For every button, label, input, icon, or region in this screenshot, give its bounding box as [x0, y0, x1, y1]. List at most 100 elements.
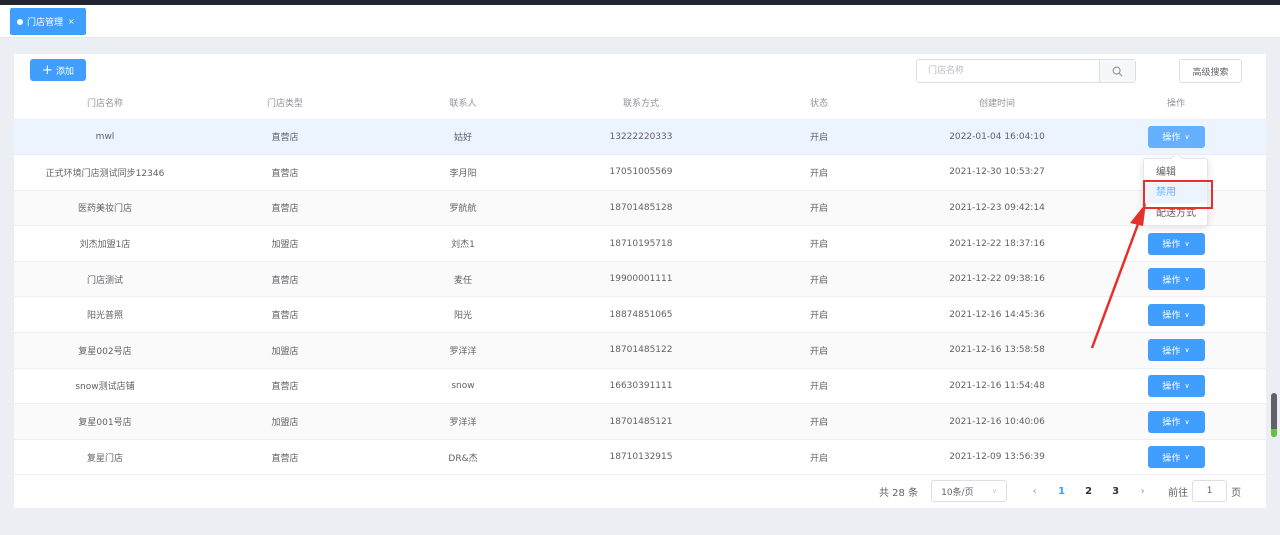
chevron-down-icon: ∨: [1184, 275, 1190, 284]
header-store-type: 门店类型: [196, 87, 374, 120]
cell-store-name: 复星001号店: [14, 403, 196, 440]
table-row: snow测试店铺 直营店 snow 16630391111 开启 2021-12…: [14, 368, 1266, 405]
cell-contact: 麦任: [374, 261, 552, 298]
cell-store-type: 直营店: [196, 190, 374, 227]
close-icon[interactable]: ×: [68, 17, 75, 26]
action-label: 操作: [1162, 275, 1181, 286]
page-size-select[interactable]: 10条/页 ∨: [931, 480, 1008, 502]
cell-store-name: 复星门店: [14, 439, 196, 476]
chevron-down-icon: ∨: [1184, 453, 1190, 462]
chevron-down-icon: ∨: [1184, 381, 1190, 390]
tab-active-dot: [17, 18, 23, 25]
goto-prefix: 前往: [1168, 487, 1189, 499]
cell-phone: 18710195718: [552, 225, 730, 262]
cell-store-name: 复星002号店: [14, 332, 196, 369]
action-label: 操作: [1162, 346, 1181, 357]
main-card: + 添加 高级搜索 门店名称 门店类型 联系人 联系方式 状态 创建时间 操作: [14, 54, 1266, 508]
action-label: 操作: [1162, 418, 1181, 429]
goto-suffix: 页: [1231, 487, 1242, 499]
action-dropdown-button[interactable]: 操作 ∨: [1147, 410, 1205, 433]
action-dropdown-button[interactable]: 操作 ∨: [1147, 268, 1205, 291]
table-row: 医药美妆门店 直营店 罗航航 18701485128 开启 2021-12-23…: [14, 190, 1266, 227]
cell-created: 2021-12-16 10:40:06: [908, 403, 1086, 440]
prev-page-button[interactable]: ‹: [1021, 486, 1048, 497]
header-phone: 联系方式: [552, 87, 730, 120]
cell-contact: 姑好: [374, 119, 552, 156]
cell-contact: 罗洋洋: [374, 332, 552, 369]
cell-status: 开启: [730, 439, 908, 476]
page-3[interactable]: 3: [1102, 486, 1129, 497]
action-label: 操作: [1162, 453, 1181, 464]
cell-store-type: 直营店: [196, 154, 374, 191]
table-row: 正式环境门店测试同步12346 直营店 李月阳 17051005569 开启 2…: [14, 154, 1266, 191]
action-dropdown-button[interactable]: 操作 ∨: [1147, 339, 1205, 362]
cell-contact: 李月阳: [374, 154, 552, 191]
cell-actions: 操作 ∨: [1086, 225, 1266, 262]
action-dropdown-button[interactable]: 操作 ∨: [1147, 232, 1205, 255]
tab-bar: 门店管理 ×: [0, 5, 1280, 38]
chevron-down-icon: ∨: [991, 487, 998, 495]
cell-status: 开启: [730, 154, 908, 191]
plus-icon: +: [42, 62, 53, 78]
store-table: 门店名称 门店类型 联系人 联系方式 状态 创建时间 操作 mwl 直营店 姑好…: [14, 87, 1266, 476]
cell-created: 2021-12-23 09:42:14: [908, 190, 1086, 227]
page-1[interactable]: 1: [1048, 486, 1075, 497]
page-2[interactable]: 2: [1075, 486, 1102, 497]
chevron-down-icon: ∨: [1184, 132, 1190, 141]
annotation-highlight-box: [1143, 180, 1213, 209]
cell-status: 开启: [730, 261, 908, 298]
table-row: mwl 直营店 姑好 13222220333 开启 2022-01-04 16:…: [14, 119, 1266, 156]
add-button[interactable]: + 添加: [30, 59, 86, 81]
cell-phone: 17051005569: [552, 154, 730, 191]
action-dropdown-button[interactable]: 操作 ∨: [1147, 303, 1205, 326]
cell-status: 开启: [730, 296, 908, 334]
page-scrollbar[interactable]: [1271, 393, 1277, 437]
cell-actions: 操作 ∨: [1086, 403, 1266, 440]
cell-store-type: 直营店: [196, 296, 374, 334]
cell-actions: 操作 ∨: [1086, 296, 1266, 334]
cell-store-type: 加盟店: [196, 403, 374, 440]
table-row: 门店测试 直营店 麦任 19900001111 开启 2021-12-22 09…: [14, 261, 1266, 298]
chevron-down-icon: ∨: [1184, 239, 1190, 248]
chevron-down-icon: ∨: [1184, 417, 1190, 426]
action-dropdown-button[interactable]: 操作 ∨: [1147, 125, 1205, 148]
action-label: 操作: [1162, 311, 1181, 322]
table-row: 刘杰加盟1店 加盟店 刘杰1 18710195718 开启 2021-12-22…: [14, 225, 1266, 262]
header-created: 创建时间: [908, 87, 1086, 120]
cell-phone: 19900001111: [552, 261, 730, 298]
cell-phone: 18701485121: [552, 403, 730, 440]
header-contact: 联系人: [374, 87, 552, 120]
table-row: 复星门店 直营店 DR&杰 18710132915 开启 2021-12-09 …: [14, 439, 1266, 476]
search-box: [916, 59, 1136, 83]
cell-created: 2021-12-22 09:38:16: [908, 261, 1086, 298]
cell-status: 开启: [730, 403, 908, 440]
chevron-down-icon: ∨: [1184, 310, 1190, 319]
cell-store-type: 直营店: [196, 261, 374, 298]
search-button[interactable]: [1099, 60, 1135, 82]
cell-store-type: 加盟店: [196, 332, 374, 369]
cell-created: 2022-01-04 16:04:10: [908, 119, 1086, 156]
action-dropdown-button[interactable]: 操作 ∨: [1147, 374, 1205, 397]
cell-actions: 操作 ∨: [1086, 368, 1266, 405]
action-dropdown-button[interactable]: 操作 ∨: [1147, 446, 1205, 469]
cell-phone: 18701485128: [552, 190, 730, 227]
search-input[interactable]: [917, 60, 1099, 82]
pagination: 共 28 条 10条/页 ∨ ‹ 1 2 3 › 前往 1 页: [879, 480, 1241, 502]
cell-contact: DR&杰: [374, 439, 552, 476]
advanced-search-button[interactable]: 高级搜索: [1179, 59, 1242, 83]
cell-store-type: 直营店: [196, 368, 374, 405]
cell-created: 2021-12-22 18:37:16: [908, 225, 1086, 262]
cell-store-type: 直营店: [196, 119, 374, 156]
next-page-button[interactable]: ›: [1129, 486, 1156, 497]
tab-store-management[interactable]: 门店管理 ×: [10, 8, 86, 35]
cell-status: 开启: [730, 368, 908, 405]
header-actions: 操作: [1086, 87, 1266, 120]
cell-status: 开启: [730, 119, 908, 156]
cell-store-name: snow测试店铺: [14, 368, 196, 405]
cell-created: 2021-12-09 13:56:39: [908, 439, 1086, 476]
cell-status: 开启: [730, 190, 908, 227]
goto-page-input[interactable]: 1: [1192, 480, 1228, 502]
cell-status: 开启: [730, 332, 908, 369]
pagination-total: 共 28 条: [879, 487, 919, 499]
cell-store-type: 直营店: [196, 439, 374, 476]
